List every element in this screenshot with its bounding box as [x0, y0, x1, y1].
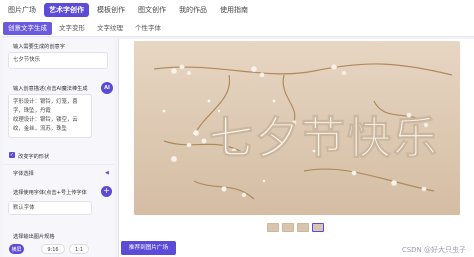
- publish-to-square-button[interactable]: 推荐到图片广场: [121, 241, 176, 255]
- nav-item-guide[interactable]: 使用指南: [215, 3, 253, 17]
- size-chip-landscape[interactable]: 横屏: [9, 244, 24, 254]
- generated-artwork[interactable]: 七夕节快乐: [134, 41, 460, 215]
- tab-text-transform[interactable]: 文字变形: [54, 22, 90, 35]
- thumbnail-3[interactable]: [297, 223, 309, 232]
- artwork-svg: 七夕节快乐: [134, 41, 460, 215]
- font-select[interactable]: 默认字体: [8, 201, 92, 215]
- tab-text-texture[interactable]: 文字纹理: [92, 22, 128, 35]
- font-pick-label: 选择使用字体(点击+号上传字体: [13, 190, 87, 196]
- nav-item-template[interactable]: 模板创作: [92, 3, 130, 17]
- nav-item-image-square[interactable]: 图片广场: [3, 3, 41, 17]
- size-label: 选择输出图片规格: [13, 234, 55, 240]
- prompt-value: 字形设计：银铃，灯笼，喜字，珠坠，丹霞 纹理设计：银铃，镂空，云纹，金丝，流苏，…: [13, 99, 78, 132]
- artwork-text: 七夕节快乐: [209, 113, 439, 164]
- text-input[interactable]: 七夕节快乐: [8, 52, 108, 69]
- thumbnail-2[interactable]: [282, 223, 294, 232]
- tab-creative-text[interactable]: 创意文字生成: [3, 21, 52, 35]
- watermark: CSDN @好大只虫子: [401, 246, 466, 254]
- size-chip-9-16[interactable]: 9:16: [41, 244, 65, 254]
- divider: [3, 164, 114, 165]
- upload-font-button[interactable]: +: [101, 186, 112, 197]
- font-select-value: 默认字体: [13, 205, 35, 211]
- nav-item-my-works[interactable]: 我的作品: [174, 3, 212, 17]
- size-chip-1-1[interactable]: 1:1: [69, 244, 89, 254]
- thumbnail-strip: [267, 223, 324, 232]
- top-nav: 图片广场 艺术字创作 模板创作 图文创作 我的作品 使用指南: [0, 0, 474, 20]
- preview-panel: 七夕节快乐 推荐到图片广场 CSDN @好大只虫子: [118, 39, 474, 257]
- text-input-label: 输入需要生成的创意字: [13, 44, 65, 50]
- ai-magic-button[interactable]: AI: [101, 82, 113, 94]
- thumbnail-4[interactable]: [312, 223, 324, 232]
- sub-nav: 创意文字生成 文字变形 文字纹理 个性字体: [0, 20, 474, 37]
- settings-panel: 输入需要生成的创意字 七夕节快乐 输入创意描述(点击AI魔法棒生成 字形设计：银…: [3, 39, 114, 257]
- font-section-label: 字体选择: [13, 171, 34, 177]
- collapse-triangle-icon[interactable]: ◀: [105, 170, 109, 176]
- thumbnail-1[interactable]: [267, 223, 279, 232]
- nav-item-art-text[interactable]: 艺术字创作: [44, 3, 89, 17]
- prompt-label: 输入创意描述(点击AI魔法棒生成: [13, 86, 88, 92]
- nav-item-graphic[interactable]: 图文创作: [133, 3, 171, 17]
- change-shape-label: 改变字的形状: [18, 154, 50, 160]
- change-shape-checkbox[interactable]: ✓: [9, 152, 15, 158]
- tab-custom-font[interactable]: 个性字体: [130, 22, 166, 35]
- prompt-textarea[interactable]: 字形设计：银铃，灯笼，喜字，珠坠，丹霞 纹理设计：银铃，镂空，云纹，金丝，流苏，…: [8, 94, 92, 138]
- text-input-value: 七夕节快乐: [13, 57, 40, 63]
